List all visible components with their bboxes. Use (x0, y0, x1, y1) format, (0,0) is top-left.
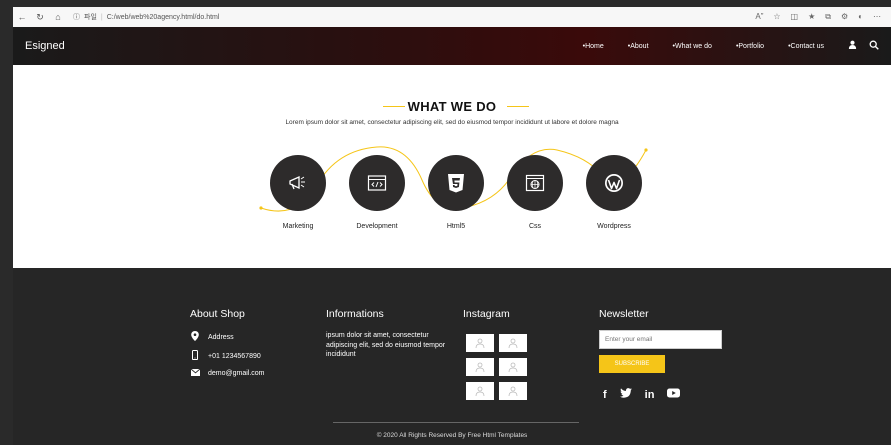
search-icon[interactable] (869, 40, 879, 52)
header-icons (848, 40, 879, 52)
phone-icon (190, 350, 200, 362)
instagram-thumb[interactable] (499, 334, 527, 352)
megaphone-icon (289, 175, 305, 190)
user-icon[interactable] (848, 40, 857, 52)
back-icon[interactable]: ← (13, 12, 31, 22)
reload-icon[interactable]: ↻ (31, 12, 49, 23)
copyright-text: © 2020 All Rights Reserved By Free Html … (376, 432, 528, 439)
browser-toolbar: ← ↻ ⌂ ⓘ 파일 | C:/web/web%20agency.html/do… (13, 7, 891, 27)
split-screen-icon[interactable]: ◫ (791, 12, 799, 22)
linkedin-icon[interactable]: in (645, 389, 655, 401)
instagram-thumb[interactable] (466, 382, 494, 400)
info-icon: ⓘ (73, 14, 80, 21)
url-text: C:/web/web%20agency.html/do.html (106, 13, 220, 21)
instagram-thumb[interactable] (499, 382, 527, 400)
read-aloud-icon[interactable]: A” (755, 12, 763, 22)
service-wordpress[interactable]: Wordpress (574, 155, 654, 230)
service-development[interactable]: Development (337, 155, 417, 230)
code-window-icon (367, 175, 387, 191)
site-header: Esigned Home About What we do Portfolio … (13, 27, 891, 65)
location-pin-icon (190, 331, 200, 343)
phone-text: +01 1234567890 (208, 352, 261, 360)
screen: ← ↻ ⌂ ⓘ 파일 | C:/web/web%20agency.html/do… (0, 0, 891, 445)
main-nav: Home About What we do Portfolio Contact … (583, 43, 848, 50)
instagram-thumb[interactable] (466, 358, 494, 376)
nav-home[interactable]: Home (583, 43, 604, 50)
phone-row: +01 1234567890 (190, 350, 261, 362)
url-label: 파일 (84, 14, 97, 21)
informations-text: ipsum dolor sit amet, consectetur adipis… (326, 332, 446, 358)
nav-contact-us[interactable]: Contact us (788, 43, 824, 50)
service-label: Html5 (446, 223, 466, 230)
image-icon (475, 386, 485, 396)
instagram-thumb[interactable] (499, 358, 527, 376)
social-links: f in (603, 388, 681, 401)
image-icon (508, 362, 518, 372)
youtube-icon[interactable] (667, 388, 681, 401)
home-icon[interactable]: ⌂ (49, 12, 67, 22)
collections-icon[interactable]: ⧉ (825, 12, 831, 22)
edge-icon[interactable]: ◐ (858, 12, 863, 22)
address-bar[interactable]: ⓘ 파일 | C:/web/web%20agency.html/do.html (73, 12, 219, 22)
extensions-icon[interactable]: ⚙ (841, 12, 848, 22)
nav-portfolio[interactable]: Portfolio (736, 43, 764, 50)
image-icon (508, 386, 518, 396)
footer-divider (333, 422, 579, 423)
wordpress-icon (605, 174, 623, 192)
title-right-line (507, 106, 529, 107)
favorite-star-icon[interactable]: ☆ (773, 12, 780, 22)
email-text[interactable]: demo@gmail.com (208, 370, 265, 377)
instagram-thumb[interactable] (466, 334, 494, 352)
service-html5[interactable]: Html5 (416, 155, 496, 230)
service-label: Development (356, 223, 398, 230)
service-label: Css (528, 223, 542, 230)
image-icon (475, 338, 485, 348)
service-circle (507, 155, 563, 211)
instagram-title: Instagram (463, 308, 510, 320)
twitter-icon[interactable] (619, 388, 632, 401)
service-circle (428, 155, 484, 211)
service-label: Wordpress (597, 223, 631, 230)
service-marketing[interactable]: Marketing (258, 155, 338, 230)
subscribe-button[interactable]: SUBSCRIBE (599, 355, 665, 373)
service-label: Marketing (282, 223, 314, 230)
informations-title: Informations (326, 308, 384, 320)
address-row: Address (190, 331, 234, 343)
newsletter-title: Newsletter (599, 308, 649, 320)
service-circle (349, 155, 405, 211)
image-icon (508, 338, 518, 348)
site-footer: About Shop Address +01 1234567890 demo@g… (13, 268, 891, 445)
image-icon (475, 362, 485, 372)
browser-globe-icon (525, 174, 545, 192)
favorites-icon[interactable]: ★ (808, 12, 815, 22)
section-subtitle: Lorem ipsum dolor sit amet, consectetur … (285, 119, 619, 126)
url-separator: | (100, 13, 103, 21)
brand-logo[interactable]: Esigned (25, 40, 65, 52)
more-icon[interactable]: ⋯ (873, 12, 881, 22)
newsletter-email-input[interactable] (599, 330, 722, 349)
nav-what-we-do[interactable]: What we do (673, 43, 712, 50)
nav-about[interactable]: About (628, 43, 648, 50)
address-text: Address (208, 333, 234, 341)
facebook-icon[interactable]: f (603, 389, 607, 401)
service-circle (586, 155, 642, 211)
service-css[interactable]: Css (495, 155, 575, 230)
email-row: demo@gmail.com (190, 368, 265, 378)
browser-actions: A” ☆ ◫ ★ ⧉ ⚙ ◐ ⋯ (755, 12, 891, 22)
what-we-do-section: WHAT WE DO Lorem ipsum dolor sit amet, c… (13, 65, 891, 268)
section-title: WHAT WE DO (407, 99, 497, 114)
html5-icon (448, 174, 464, 193)
envelope-icon (190, 368, 200, 378)
about-shop-title: About Shop (190, 308, 245, 320)
service-circle (270, 155, 326, 211)
